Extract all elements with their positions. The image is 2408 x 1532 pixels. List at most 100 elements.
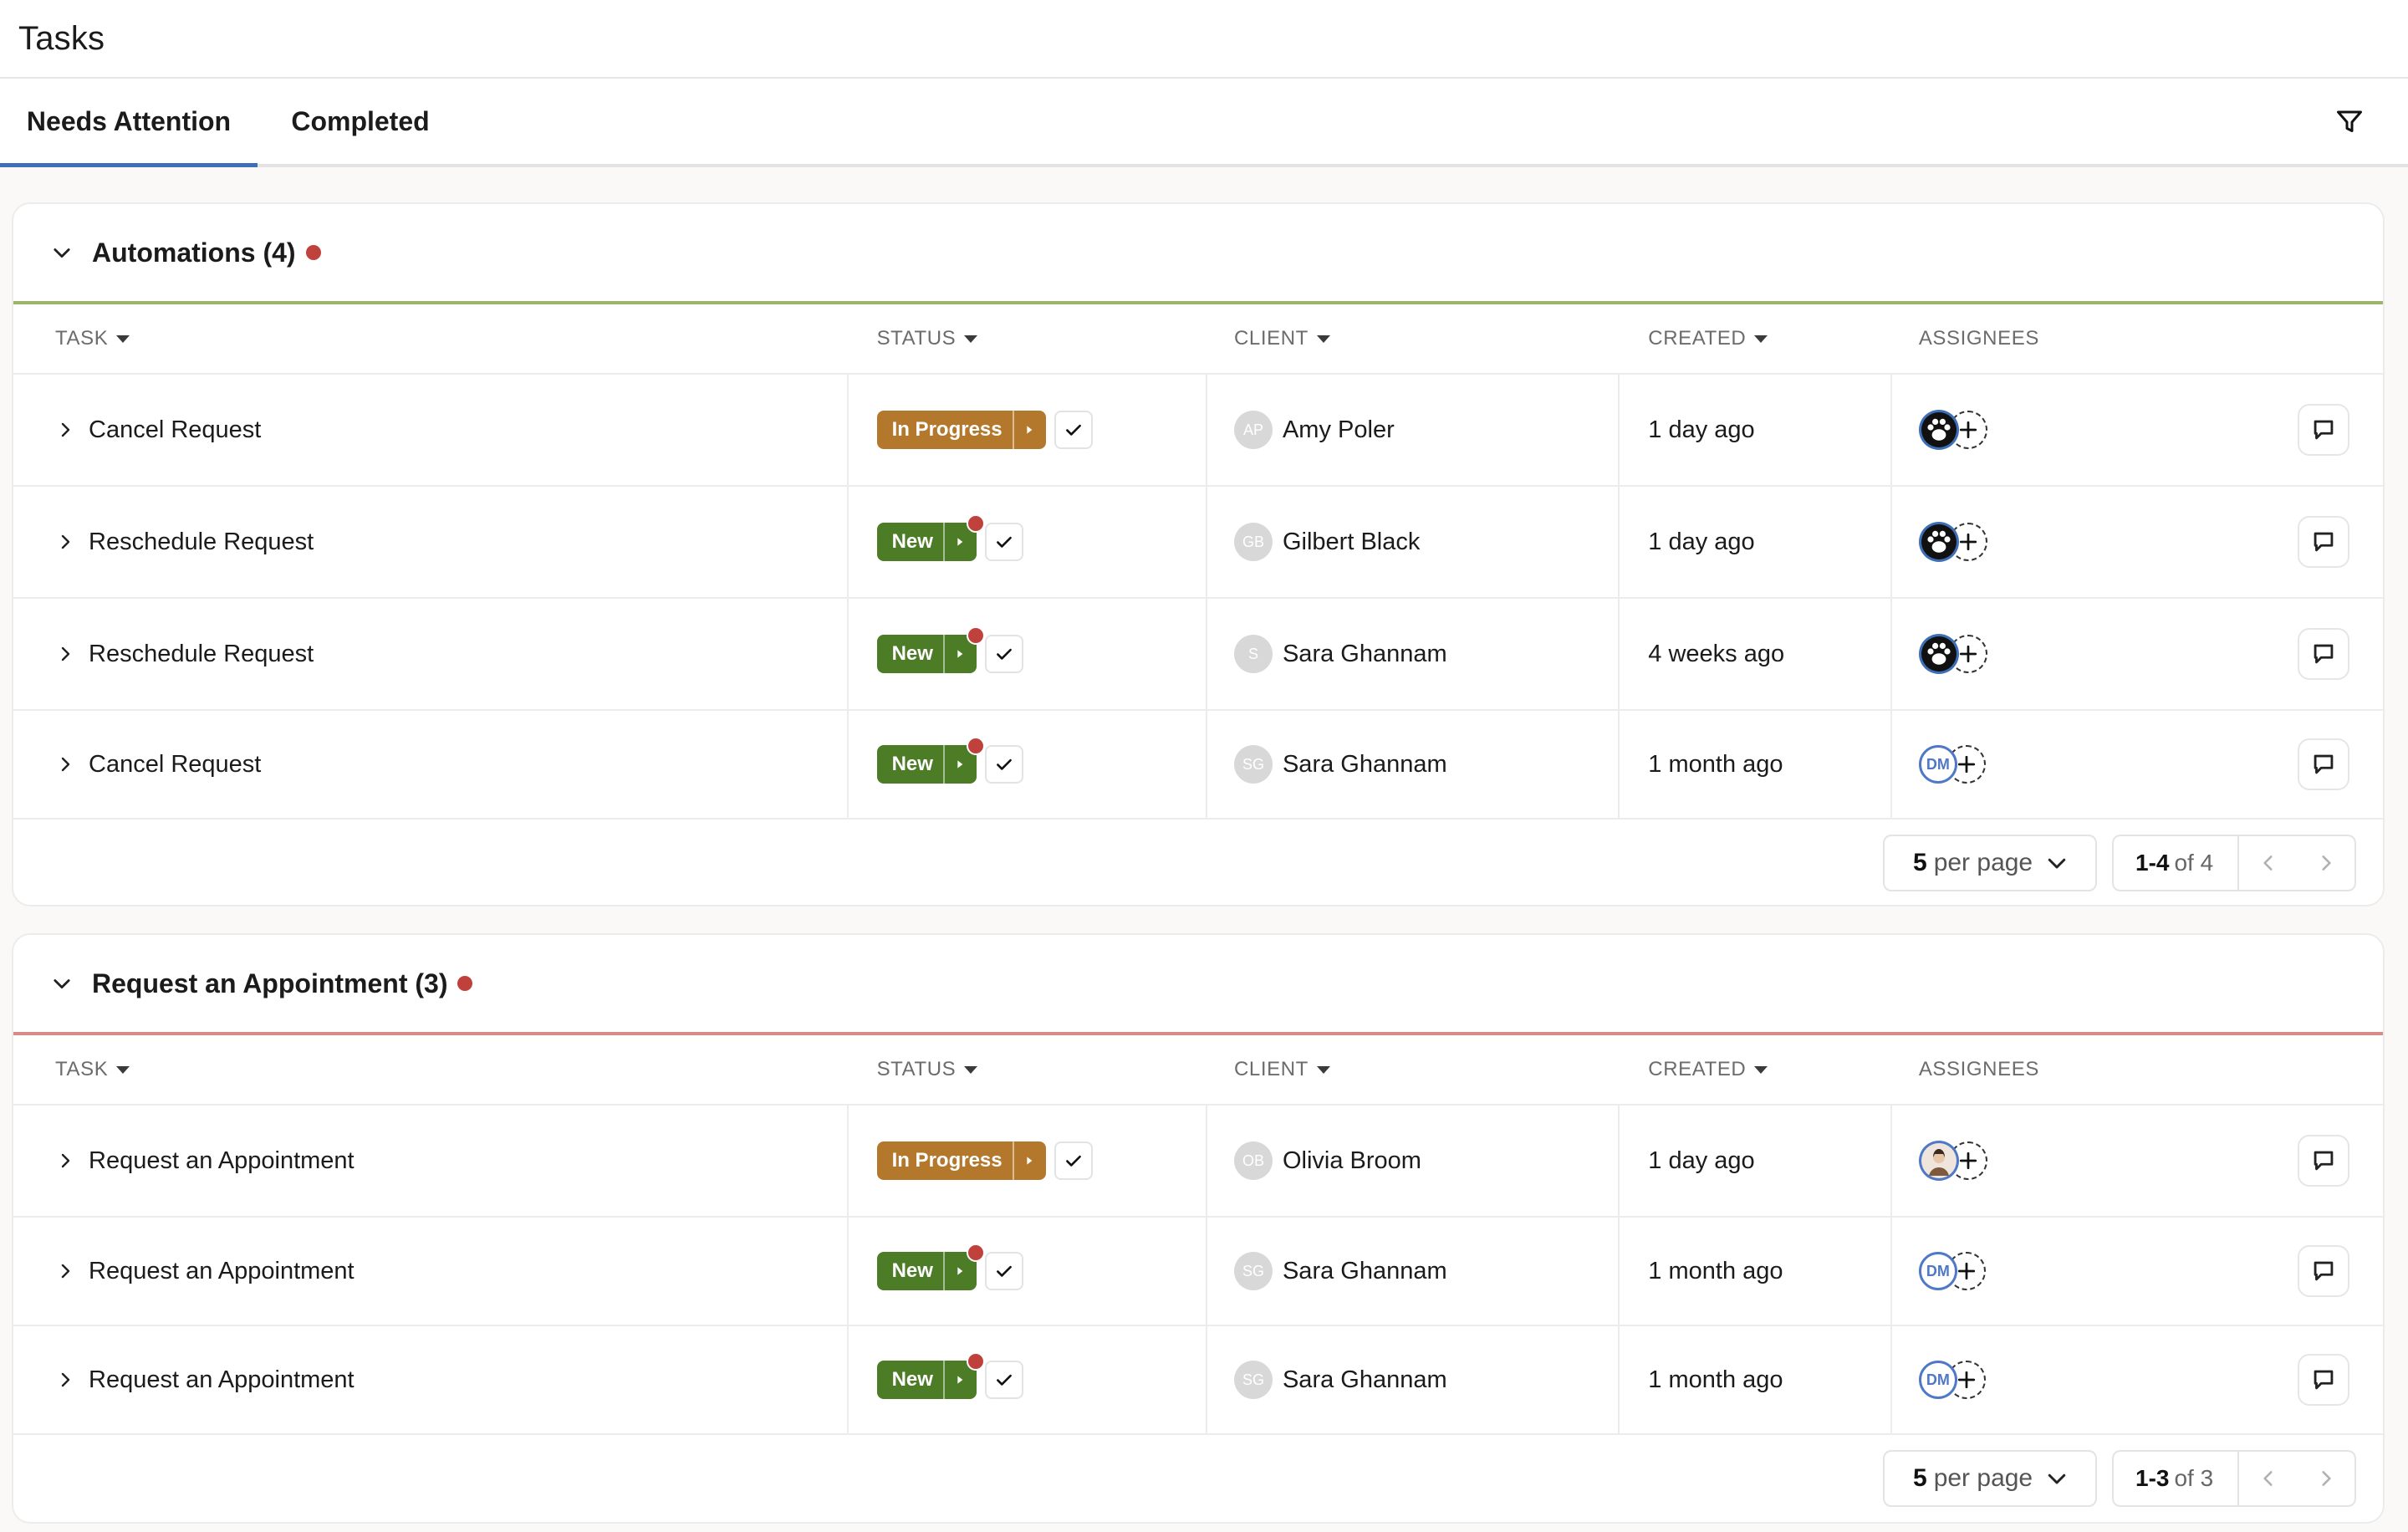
chevron-right-icon[interactable]: [55, 419, 77, 441]
table-row[interactable]: Reschedule Request New GB Gilbert Black …: [13, 487, 2383, 599]
paw-icon[interactable]: [1919, 410, 1959, 450]
paw-icon[interactable]: [1919, 522, 1959, 562]
task-name[interactable]: Request an Appointment: [89, 1147, 355, 1175]
chevron-right-icon[interactable]: [55, 531, 77, 553]
per-page-select[interactable]: 5 per page: [1883, 835, 2097, 891]
chevron-right-icon[interactable]: [55, 1150, 77, 1172]
paw-icon[interactable]: [1919, 634, 1959, 674]
assignees-cell: [1892, 599, 2383, 709]
check-icon: [993, 1369, 1015, 1391]
status-pill[interactable]: New: [876, 1352, 985, 1399]
section-header[interactable]: Automations (4): [13, 204, 2383, 304]
comment-button[interactable]: [2298, 628, 2349, 680]
client-name[interactable]: Olivia Broom: [1283, 1147, 1421, 1175]
column-label: ASSIGNEES: [1918, 327, 2039, 350]
assignee-avatar[interactable]: DM: [1918, 1361, 1957, 1399]
complete-button[interactable]: [1054, 1141, 1093, 1180]
next-page-button[interactable]: [2297, 836, 2354, 890]
tab-completed[interactable]: Completed: [258, 79, 463, 164]
column-label: STATUS: [876, 327, 957, 350]
assignees-cell: DM: [1892, 711, 2383, 818]
table-row[interactable]: Cancel Request In Progress AP Amy Poler …: [13, 375, 2383, 487]
complete-button[interactable]: [984, 1361, 1023, 1399]
tab-bar: Needs Attention Completed: [0, 79, 2408, 167]
assignee-avatar[interactable]: DM: [1918, 1252, 1957, 1290]
column-header-task[interactable]: TASK: [13, 327, 849, 350]
client-name[interactable]: Sara Ghannam: [1283, 641, 1447, 668]
check-icon: [1063, 1150, 1084, 1172]
status-pill[interactable]: New: [876, 514, 985, 561]
prev-page-button[interactable]: [2239, 1452, 2297, 1505]
status-pill[interactable]: In Progress: [876, 411, 1046, 449]
sort-caret-icon: [1754, 1065, 1768, 1074]
comment-button[interactable]: [2298, 738, 2349, 790]
chevron-left-icon: [2258, 1468, 2279, 1489]
task-name[interactable]: Request an Appointment: [89, 1366, 355, 1394]
check-icon: [1063, 419, 1084, 441]
assignee-avatar[interactable]: DM: [1918, 745, 1957, 784]
column-header-status[interactable]: STATUS: [849, 327, 1207, 350]
filter-button[interactable]: [2331, 104, 2368, 140]
complete-button[interactable]: [984, 523, 1023, 561]
chevron-down-icon[interactable]: [50, 971, 75, 996]
task-name[interactable]: Request an Appointment: [89, 1258, 355, 1285]
table-row[interactable]: Request an Appointment In Progress OB Ol…: [13, 1106, 2383, 1218]
column-header-created[interactable]: CREATED: [1620, 1058, 1892, 1081]
chevron-right-icon[interactable]: [55, 753, 77, 775]
task-cell: Reschedule Request: [13, 599, 849, 709]
tab-needs-attention[interactable]: Needs Attention: [0, 79, 258, 167]
plus-icon: [1956, 529, 1981, 554]
client-name[interactable]: Gilbert Black: [1283, 529, 1420, 556]
complete-button[interactable]: [984, 635, 1023, 673]
chevron-right-icon[interactable]: [55, 643, 77, 665]
table-row[interactable]: Request an Appointment New SG Sara Ghann…: [13, 1218, 2383, 1326]
client-name[interactable]: Amy Poler: [1283, 416, 1395, 444]
alert-dot: [966, 1243, 985, 1262]
column-header-client[interactable]: CLIENT: [1207, 1058, 1620, 1081]
client-cell: SG Sara Ghannam: [1207, 1218, 1620, 1325]
comment-button[interactable]: [2298, 516, 2349, 568]
alert-dot: [966, 737, 985, 755]
comment-button[interactable]: [2298, 404, 2349, 456]
complete-button[interactable]: [984, 745, 1023, 784]
task-cell: Reschedule Request: [13, 487, 849, 597]
client-name[interactable]: Sara Ghannam: [1283, 1258, 1447, 1285]
per-page-select[interactable]: 5 per page: [1883, 1450, 2097, 1507]
complete-button[interactable]: [1054, 411, 1093, 449]
table-row[interactable]: Request an Appointment New SG Sara Ghann…: [13, 1326, 2383, 1435]
task-name[interactable]: Cancel Request: [89, 416, 261, 444]
status-pill[interactable]: New: [876, 1243, 985, 1290]
status-pill[interactable]: New: [876, 737, 985, 784]
range-value: 1-4: [2135, 850, 2170, 876]
task-name[interactable]: Reschedule Request: [89, 641, 314, 668]
person-photo-icon[interactable]: [1919, 1141, 1959, 1181]
chevron-right-icon[interactable]: [55, 1369, 77, 1391]
column-header-created[interactable]: CREATED: [1620, 327, 1892, 350]
status-pill[interactable]: In Progress: [876, 1141, 1046, 1180]
task-name[interactable]: Reschedule Request: [89, 529, 314, 556]
comment-button[interactable]: [2298, 1135, 2349, 1187]
client-name[interactable]: Sara Ghannam: [1283, 1366, 1447, 1394]
client-avatar: SG: [1233, 1361, 1273, 1399]
column-header-client[interactable]: CLIENT: [1207, 327, 1620, 350]
column-label: TASK: [55, 327, 109, 350]
prev-page-button[interactable]: [2239, 836, 2297, 890]
column-header-task[interactable]: TASK: [13, 1058, 849, 1081]
comment-button[interactable]: [2298, 1245, 2349, 1297]
check-icon: [993, 753, 1015, 775]
chevron-right-icon[interactable]: [55, 1260, 77, 1282]
table-row[interactable]: Cancel Request New SG Sara Ghannam 1 mon…: [13, 711, 2383, 820]
column-header-status[interactable]: STATUS: [849, 1058, 1207, 1081]
comment-icon: [2309, 640, 2338, 668]
status-pill[interactable]: New: [876, 626, 985, 673]
next-page-button[interactable]: [2297, 1452, 2354, 1505]
task-name[interactable]: Cancel Request: [89, 751, 261, 779]
section-header[interactable]: Request an Appointment (3): [13, 935, 2383, 1035]
table-row[interactable]: Reschedule Request New S Sara Ghannam 4 …: [13, 599, 2383, 711]
client-name[interactable]: Sara Ghannam: [1283, 751, 1447, 779]
section-title: Request an Appointment (3): [92, 968, 448, 998]
plus-icon: [1956, 417, 1981, 442]
chevron-down-icon[interactable]: [50, 240, 75, 265]
complete-button[interactable]: [984, 1252, 1023, 1290]
comment-button[interactable]: [2298, 1354, 2349, 1406]
